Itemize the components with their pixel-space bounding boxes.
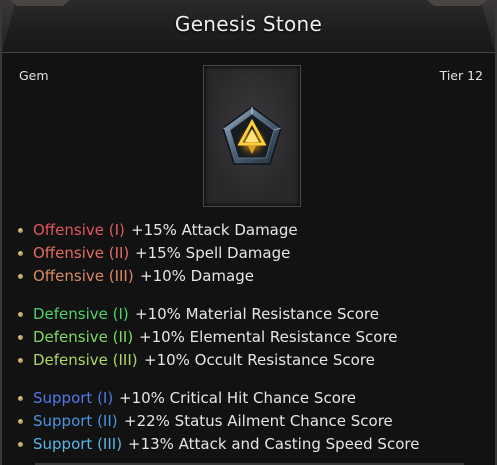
bullet-icon: [18, 251, 23, 256]
stat-effect: +22% Status Ailment Chance Score: [124, 412, 393, 430]
stat-effect: +13% Attack and Casting Speed Score: [128, 435, 420, 453]
stat-tier-name: Support (III): [33, 435, 123, 453]
stat-effect: +15% Spell Damage: [135, 244, 291, 262]
item-type: Gem: [19, 68, 49, 83]
stat-effect: +10% Damage: [140, 267, 254, 285]
stat-tier-name: Support (I): [33, 389, 114, 407]
item-tier: Tier 12: [439, 68, 483, 83]
stat-effect: +10% Elemental Resistance Score: [139, 328, 398, 346]
bullet-icon: [18, 396, 23, 401]
gem-icon: [222, 106, 282, 165]
bullet-icon: [18, 358, 23, 363]
bullet-icon: [18, 419, 23, 424]
stat-effect: +10% Occult Resistance Score: [144, 351, 375, 369]
bullet-icon: [18, 442, 23, 447]
stat-tier-name: Support (II): [33, 412, 118, 430]
stat-tier-name: Defensive (III): [33, 351, 138, 369]
stat-tier-name: Offensive (II): [33, 244, 130, 262]
stat-effect: +15% Attack Damage: [131, 221, 298, 239]
stat-effect: +10% Critical Hit Chance Score: [119, 389, 356, 407]
bullet-icon: [18, 335, 23, 340]
stat-tier-name: Offensive (III): [33, 267, 134, 285]
item-tooltip: Genesis Stone Gem Tier 12 Offensive (I) …: [0, 0, 497, 465]
title-bar: Genesis Stone: [2, 0, 495, 53]
stat-effect: +10% Material Resistance Score: [135, 305, 379, 323]
bullet-icon: [18, 228, 23, 233]
stat-tier-name: Defensive (II): [33, 328, 134, 346]
item-icon-frame: [203, 65, 301, 207]
bullet-icon: [18, 274, 23, 279]
stat-tier-name: Defensive (I): [33, 305, 129, 323]
stat-tier-name: Offensive (I): [33, 221, 125, 239]
bullet-icon: [18, 312, 23, 317]
item-name: Genesis Stone: [174, 12, 323, 36]
